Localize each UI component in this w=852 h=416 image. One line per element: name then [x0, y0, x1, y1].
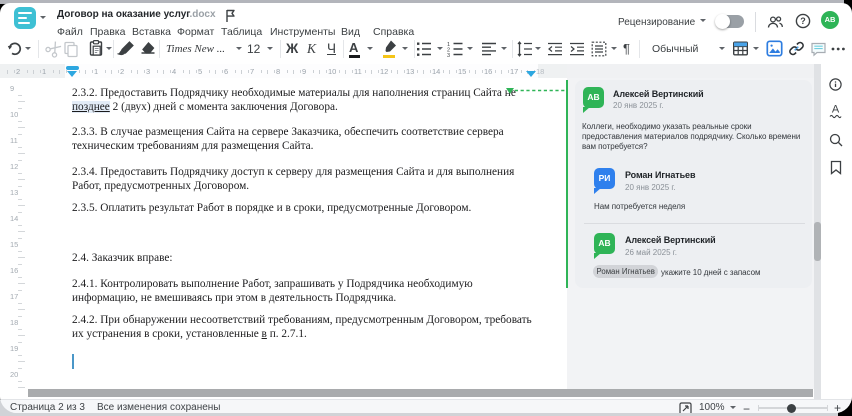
svg-text:А: А [832, 104, 840, 116]
svg-text:3: 3 [447, 53, 450, 57]
svg-text:?: ? [800, 16, 806, 26]
